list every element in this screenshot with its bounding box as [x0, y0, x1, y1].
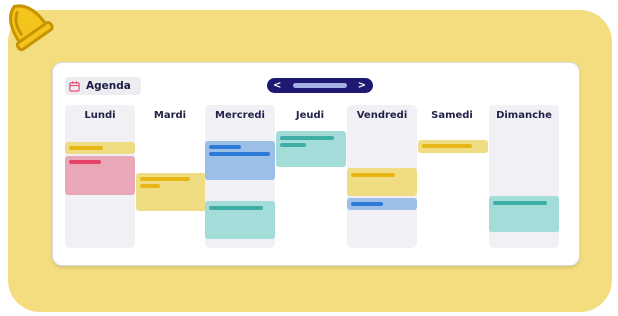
agenda-button[interactable]: Agenda [65, 77, 141, 95]
event-block[interactable] [136, 173, 206, 211]
day-header: Mardi [153, 110, 187, 121]
day-header: Dimanche [496, 110, 552, 121]
bell-icon [8, 4, 54, 52]
event-block[interactable] [205, 141, 275, 180]
calendar-icon [69, 80, 80, 92]
agenda-card: Agenda < > Lundi Mardi Mercredi Jeudi Ve… [52, 62, 580, 266]
event-bar [351, 173, 395, 177]
event-block[interactable] [276, 131, 346, 167]
scroll-track[interactable] [293, 83, 347, 88]
event-bar [209, 206, 263, 210]
week-navigation[interactable]: < > [267, 78, 373, 93]
agenda-label: Agenda [86, 80, 131, 92]
day-header: Jeudi [295, 110, 325, 121]
day-column-vendredi[interactable]: Vendredi [347, 105, 417, 248]
event-bar [422, 144, 472, 148]
event-bar [493, 201, 547, 205]
event-bar [209, 145, 241, 149]
event-block[interactable] [205, 201, 275, 239]
event-bar [280, 143, 306, 147]
day-header: Samedi [431, 110, 473, 121]
day-column-jeudi[interactable]: Jeudi [275, 105, 346, 248]
event-block[interactable] [347, 168, 417, 196]
event-bar [209, 152, 270, 156]
event-bar [140, 177, 190, 181]
event-bar [69, 160, 101, 164]
event-bar [140, 184, 160, 188]
day-column-lundi[interactable]: Lundi [65, 105, 135, 248]
event-bar [69, 146, 103, 150]
chevron-left-icon[interactable]: < [273, 78, 281, 93]
day-column-dimanche[interactable]: Dimanche [489, 105, 559, 248]
event-block[interactable] [65, 156, 135, 195]
event-block[interactable] [347, 198, 417, 210]
event-block[interactable] [418, 140, 488, 153]
day-header: Vendredi [356, 110, 408, 121]
chevron-right-icon[interactable]: > [358, 78, 366, 93]
event-bar [351, 202, 383, 206]
day-column-samedi[interactable]: Samedi [417, 105, 488, 248]
day-column-mercredi[interactable]: Mercredi [205, 105, 275, 248]
day-column-mardi[interactable]: Mardi [135, 105, 206, 248]
day-header: Lundi [84, 110, 116, 121]
event-block[interactable] [65, 142, 135, 154]
event-bar [280, 136, 334, 140]
event-block[interactable] [489, 196, 559, 232]
day-header: Mercredi [215, 110, 265, 121]
